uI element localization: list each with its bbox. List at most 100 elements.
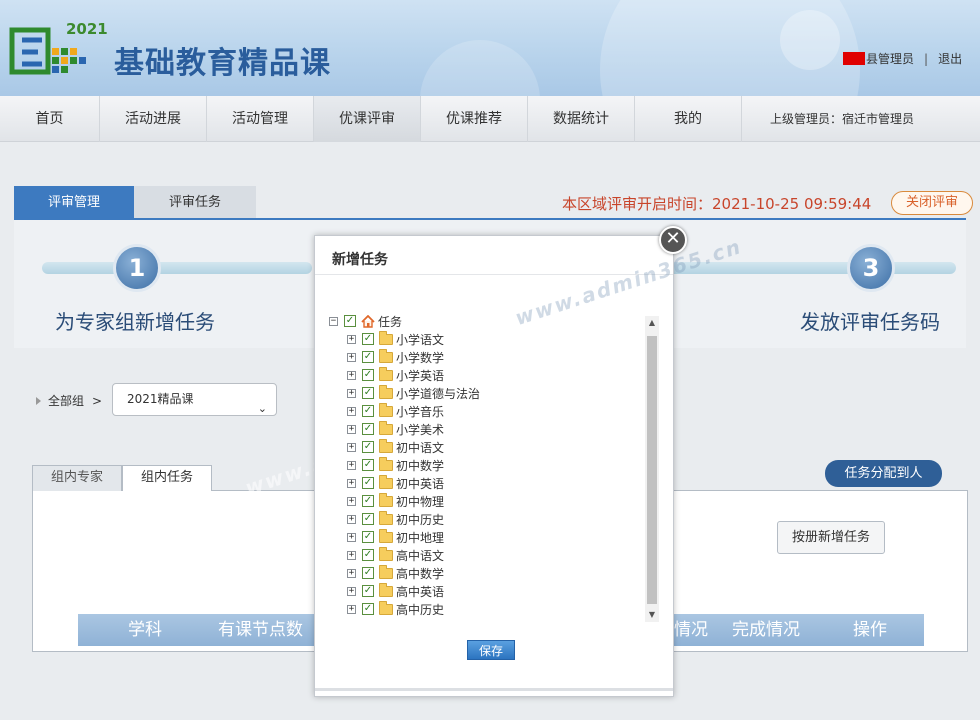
tree-item-label[interactable]: 小学音乐: [396, 403, 444, 420]
tree-item[interactable]: + ✓ 初中历史: [347, 510, 444, 528]
checkbox[interactable]: ✓: [362, 603, 374, 615]
expand-icon[interactable]: +: [347, 460, 356, 470]
expand-icon[interactable]: +: [347, 550, 356, 560]
tree-item[interactable]: + ✓ 小学语文: [347, 330, 444, 348]
checkbox[interactable]: ✓: [362, 459, 374, 471]
expand-icon[interactable]: +: [347, 334, 356, 344]
save-button[interactable]: 保存: [467, 640, 515, 660]
nav-item-mine[interactable]: 我的: [635, 96, 742, 142]
folder-icon: [379, 564, 393, 579]
tree-item[interactable]: + ✓ 初中语文: [347, 438, 444, 456]
tree-item-label[interactable]: 初中英语: [396, 475, 444, 492]
expand-icon[interactable]: +: [347, 388, 356, 398]
tree-item[interactable]: + ✓ 初中地理: [347, 528, 444, 546]
logout-link[interactable]: 退出: [938, 50, 962, 67]
checkbox[interactable]: ✓: [362, 423, 374, 435]
checkbox[interactable]: ✓: [362, 567, 374, 579]
scrollbar-thumb[interactable]: [647, 336, 657, 604]
tree-item[interactable]: + ✓ 高中数学: [347, 564, 444, 582]
expand-icon[interactable]: +: [347, 424, 356, 434]
nav-item-home[interactable]: 首页: [0, 96, 100, 142]
folder-icon: [379, 402, 393, 417]
expand-icon[interactable]: +: [347, 604, 356, 614]
folder-icon: [379, 384, 393, 399]
expand-icon[interactable]: +: [347, 568, 356, 578]
expand-icon[interactable]: +: [347, 532, 356, 542]
collapse-icon[interactable]: −: [329, 316, 338, 326]
tree-item-label[interactable]: 高中英语: [396, 583, 444, 600]
tree-item-label[interactable]: 小学语文: [396, 331, 444, 348]
tree-item[interactable]: + ✓ 初中英语: [347, 474, 444, 492]
tree-item-label[interactable]: 初中物理: [396, 493, 444, 510]
scroll-down-icon[interactable]: ▼: [645, 608, 659, 622]
checkbox[interactable]: ✓: [362, 369, 374, 381]
checkbox[interactable]: ✓: [362, 477, 374, 489]
close-icon[interactable]: ✕: [659, 226, 687, 254]
tree-item[interactable]: + ✓ 小学音乐: [347, 402, 444, 420]
checkbox[interactable]: ✓: [362, 549, 374, 561]
tree-item-label[interactable]: 初中历史: [396, 511, 444, 528]
nav-item-course-recommend[interactable]: 优课推荐: [421, 96, 528, 142]
expand-icon[interactable]: +: [347, 478, 356, 488]
add-by-volume-button[interactable]: 按册新增任务: [777, 521, 885, 554]
main-tabs: 评审管理 评审任务: [14, 186, 256, 219]
checkbox[interactable]: ✓: [362, 513, 374, 525]
nav-item-activity-management[interactable]: 活动管理: [207, 96, 314, 142]
folder-icon: [379, 420, 393, 435]
tab-group-experts[interactable]: 组内专家: [32, 465, 123, 491]
tree-root-label[interactable]: 任务: [378, 313, 402, 330]
folder-icon: [379, 492, 393, 507]
checkbox[interactable]: ✓: [344, 315, 356, 327]
tree-item[interactable]: + ✓ 高中英语: [347, 582, 444, 600]
assign-to-person-button[interactable]: 任务分配到人: [825, 460, 942, 487]
nav-item-statistics[interactable]: 数据统计: [528, 96, 635, 142]
task-tree: − ✓ 任务 + ✓ 小学语文 + ✓ 小学数学 + ✓ 小学英语 + ✓ 小学道德与法治 + ✓ 小学音乐…: [327, 312, 660, 622]
tree-item-label[interactable]: 高中历史: [396, 601, 444, 618]
folder-icon: [379, 348, 393, 363]
expand-icon[interactable]: +: [347, 514, 356, 524]
tree-item-label[interactable]: 小学英语: [396, 367, 444, 384]
checkbox[interactable]: ✓: [362, 495, 374, 507]
expand-icon[interactable]: +: [347, 586, 356, 596]
tree-item-label[interactable]: 初中数学: [396, 457, 444, 474]
nav-item-course-review[interactable]: 优课评审: [314, 96, 421, 142]
checkbox[interactable]: ✓: [362, 585, 374, 597]
tab-group-tasks[interactable]: 组内任务: [122, 465, 213, 491]
tree-item-label[interactable]: 小学道德与法治: [396, 385, 480, 402]
expand-icon[interactable]: +: [347, 406, 356, 416]
group-select[interactable]: 2021精品课 ⌄: [112, 383, 277, 416]
tree-item[interactable]: + ✓ 高中语文: [347, 546, 444, 564]
tree-item[interactable]: + ✓ 小学美术: [347, 420, 444, 438]
scroll-up-icon[interactable]: ▲: [645, 316, 659, 330]
tree-root: − ✓ 任务: [329, 312, 402, 330]
tree-item[interactable]: + ✓ 小学道德与法治: [347, 384, 480, 402]
checkbox[interactable]: ✓: [362, 387, 374, 399]
close-review-button[interactable]: 关闭评审: [891, 191, 973, 215]
expand-icon[interactable]: +: [347, 352, 356, 362]
tree-item[interactable]: + ✓ 小学英语: [347, 366, 444, 384]
checkbox[interactable]: ✓: [362, 351, 374, 363]
tree-item[interactable]: + ✓ 高中历史: [347, 600, 444, 618]
tree-item-label[interactable]: 小学美术: [396, 421, 444, 438]
tree-item[interactable]: + ✓ 小学数学: [347, 348, 444, 366]
step-number: 1: [113, 244, 161, 292]
nav-item-activity-progress[interactable]: 活动进展: [100, 96, 207, 142]
expand-icon[interactable]: +: [347, 442, 356, 452]
checkbox[interactable]: ✓: [362, 441, 374, 453]
tree-item-label[interactable]: 小学数学: [396, 349, 444, 366]
checkbox[interactable]: ✓: [362, 531, 374, 543]
checkbox[interactable]: ✓: [362, 333, 374, 345]
tree-item-label[interactable]: 初中语文: [396, 439, 444, 456]
expand-icon[interactable]: +: [347, 496, 356, 506]
tree-item[interactable]: + ✓ 初中数学: [347, 456, 444, 474]
tree-item-label[interactable]: 初中地理: [396, 529, 444, 546]
tree-item-label[interactable]: 高中数学: [396, 565, 444, 582]
tree-item-label[interactable]: 高中语文: [396, 547, 444, 564]
tree-item[interactable]: + ✓ 初中物理: [347, 492, 444, 510]
breadcrumb-all-groups[interactable]: 全部组: [48, 392, 84, 409]
tab-review-management[interactable]: 评审管理: [14, 186, 134, 219]
expand-icon[interactable]: +: [347, 370, 356, 380]
tab-review-tasks[interactable]: 评审任务: [134, 186, 256, 219]
tree-scrollbar[interactable]: ▲ ▼: [645, 316, 659, 622]
checkbox[interactable]: ✓: [362, 405, 374, 417]
